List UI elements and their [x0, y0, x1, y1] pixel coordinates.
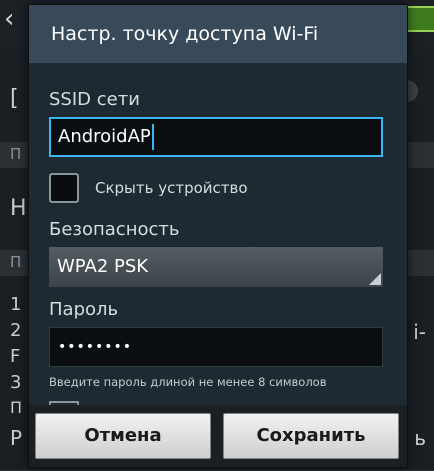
dialog-header: Настр. точку доступа Wi-Fi: [29, 5, 407, 63]
background-row-text: [: [10, 86, 19, 111]
background-section-text: П: [10, 145, 22, 163]
dropdown-arrow-icon: [369, 273, 381, 285]
background-line-text: F: [10, 346, 21, 367]
password-value: ••••••••: [58, 339, 133, 355]
password-input[interactable]: ••••••••: [49, 327, 383, 367]
hide-device-checkbox[interactable]: [49, 173, 79, 203]
text-cursor: [151, 124, 154, 150]
background-line-text: 2: [10, 320, 22, 341]
security-value: WPA2 PSK: [57, 256, 149, 277]
background-line-text: 3: [10, 372, 22, 393]
ssid-label: SSID сети: [49, 89, 140, 110]
security-select[interactable]: WPA2 PSK: [49, 247, 383, 287]
cancel-button[interactable]: Отмена: [35, 413, 211, 459]
background-line-text: Р: [10, 426, 23, 450]
background-line-fragment: ь: [414, 426, 426, 450]
back-arrow-icon[interactable]: ‹: [4, 4, 14, 34]
ssid-value: AndroidAP: [58, 126, 151, 147]
background-line-text: П: [10, 398, 23, 417]
background-section-text: П: [10, 253, 22, 271]
password-label: Пароль: [49, 299, 119, 320]
password-hint: Введите пароль длиной не менее 8 символо…: [49, 375, 327, 389]
hide-device-label[interactable]: Скрыть устройство: [95, 179, 248, 197]
background-line-text: 1: [10, 294, 22, 315]
ssid-input[interactable]: AndroidAP: [49, 117, 383, 157]
dialog-button-bar: Отмена Сохранить: [29, 405, 407, 467]
security-label: Безопасность: [49, 219, 180, 240]
hotspot-config-dialog: Настр. точку доступа Wi-Fi SSID сети And…: [28, 4, 408, 468]
save-button[interactable]: Сохранить: [223, 413, 399, 459]
background-line-fragment: i-: [413, 320, 426, 344]
background-row-text: Н: [10, 196, 27, 221]
dialog-title: Настр. точку доступа Wi-Fi: [51, 23, 319, 45]
